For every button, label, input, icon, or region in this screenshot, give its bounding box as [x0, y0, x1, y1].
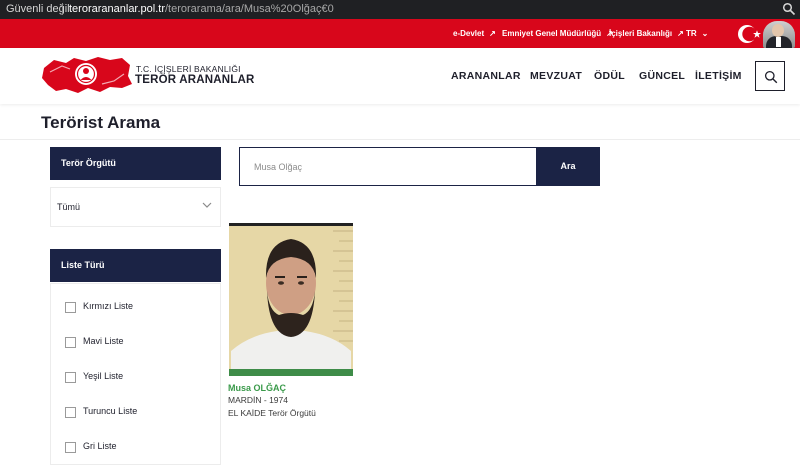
- header-search-button[interactable]: [755, 61, 785, 91]
- checkbox-label: Mavi Liste: [83, 336, 124, 346]
- nav-odul[interactable]: ÖDÜL: [594, 70, 625, 82]
- minister-portrait: [763, 21, 795, 48]
- page-title: Terörist Arama: [41, 113, 161, 132]
- result-birth: MARDİN - 1974: [228, 395, 288, 405]
- org-select[interactable]: Tümü: [50, 187, 221, 227]
- search-submit-button[interactable]: Ara: [536, 147, 600, 186]
- portrait-shirt: [776, 37, 781, 47]
- language-label: TR: [686, 29, 697, 38]
- org-select-value: Tümü: [57, 202, 81, 212]
- checkbox[interactable]: [65, 442, 76, 453]
- address-separator: [62, 3, 63, 15]
- external-link-icon: ↗: [677, 29, 684, 38]
- title-divider: [0, 139, 800, 140]
- checkbox[interactable]: [65, 372, 76, 383]
- turkey-map-logo[interactable]: [40, 54, 132, 96]
- checkbox-label: Gri Liste: [83, 441, 117, 451]
- security-indicator[interactable]: Güvenli değil: [6, 0, 70, 19]
- top-link-edevlet[interactable]: e-Devlet ↗: [453, 19, 496, 48]
- top-utility-bar: e-Devlet ↗ Emniyet Genel Müdürlüğü ↗ İçişl…: [0, 19, 800, 48]
- search-input[interactable]: [239, 147, 536, 186]
- portrait-face: [772, 24, 784, 37]
- url-text[interactable]: terorarananlar.pol.tr/terorarama/ara/Mus…: [69, 0, 334, 19]
- checkbox-label: Turuncu Liste: [83, 406, 138, 416]
- zoom-icon[interactable]: [782, 2, 796, 16]
- nav-guncel[interactable]: GÜNCEL: [639, 70, 685, 82]
- result-photo[interactable]: [229, 223, 353, 376]
- result-organization: EL KAİDE Terör Örgütü: [228, 408, 316, 418]
- nav-iletisim[interactable]: İLETİŞİM: [695, 70, 742, 82]
- top-link-label: İçişleri Bakanlığı: [609, 29, 673, 38]
- checkbox[interactable]: [65, 302, 76, 313]
- result-name[interactable]: Musa OLĞAÇ: [228, 383, 286, 393]
- top-link-icisleri[interactable]: İçişleri Bakanlığı ↗: [609, 19, 684, 48]
- top-link-label: Emniyet Genel Müdürlüğü: [502, 29, 602, 38]
- crescent-star-icon: [738, 25, 761, 43]
- checkbox[interactable]: [65, 337, 76, 348]
- top-link-label: e-Devlet: [453, 29, 485, 38]
- checkbox-label: Kırmızı Liste: [83, 301, 134, 311]
- list-type-options: Kırmızı Liste Mavi Liste Yeşil Liste Tur…: [50, 283, 221, 465]
- logo-site-title[interactable]: TERÖR ARANANLAR: [135, 74, 254, 86]
- checkbox-label: Yeşil Liste: [83, 371, 124, 381]
- filter-org-header: Terör Örgütü: [50, 147, 221, 180]
- url-host: terorarananlar.pol.tr: [69, 3, 165, 15]
- url-path: /terorarama/ara/Musa%20Olğaç€0: [165, 3, 334, 15]
- external-link-icon: ↗: [489, 29, 496, 38]
- checkbox[interactable]: [65, 407, 76, 418]
- browser-address-bar[interactable]: Güvenli değil terorarananlar.pol.tr/tero…: [0, 0, 800, 19]
- chevron-down-icon: [202, 202, 212, 208]
- logo-ministry-text: T.C. İÇİŞLERİ BAKANLIĞI: [136, 64, 241, 74]
- nav-arananlar[interactable]: ARANANLAR: [451, 70, 521, 82]
- filter-list-header: Liste Türü: [50, 249, 221, 282]
- top-link-emniyet[interactable]: Emniyet Genel Müdürlüğü ↗: [502, 19, 613, 48]
- search-icon: [764, 70, 778, 84]
- chevron-down-icon: ⌄: [701, 29, 709, 38]
- language-selector[interactable]: TR ⌄: [686, 19, 708, 48]
- nav-mevzuat[interactable]: MEVZUAT: [530, 70, 582, 82]
